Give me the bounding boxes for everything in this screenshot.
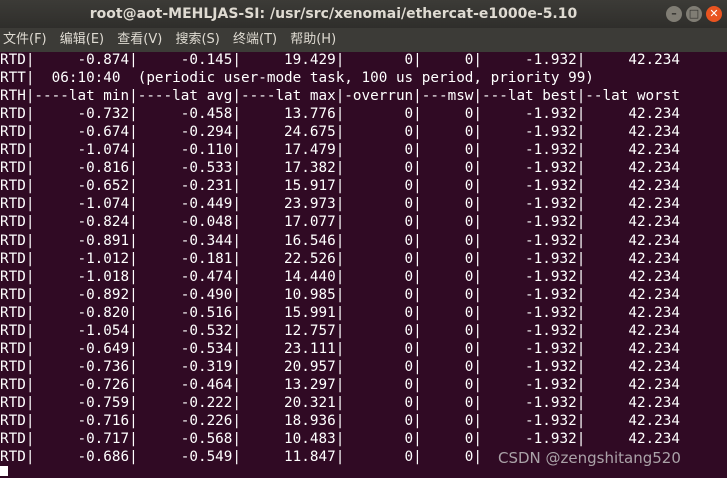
terminal-line: RTD| -0.652| -0.231| 15.917| 0| 0| -1.93… (0, 178, 680, 195)
close-button[interactable]: ✕ (706, 6, 722, 22)
terminal-line: RTD| -0.726| -0.464| 13.297| 0| 0| -1.93… (0, 376, 680, 393)
menu-view[interactable]: 查看(V) (114, 28, 168, 52)
window-title: root@aot-MEHLJAS-SI: /usr/src/xenomai/et… (89, 6, 578, 22)
menu-edit[interactable]: 编辑(E) (57, 28, 110, 52)
terminal-line: RTD| -1.054| -0.532| 12.757| 0| 0| -1.93… (0, 322, 680, 339)
menu-file[interactable]: 文件(F) (0, 28, 53, 52)
terminal-line: RTT| 06:10:40 (periodic user-mode task, … (0, 70, 594, 87)
menu-bar: 文件(F) 编辑(E) 查看(V) 搜索(S) 终端(T) 帮助(H) (0, 28, 727, 52)
terminal-line: RTH|----lat min|----lat avg|----lat max|… (0, 88, 680, 105)
terminal-line: RTD| -1.074| -0.110| 17.479| 0| 0| -1.93… (0, 142, 680, 159)
terminal-line: RTD| -1.074| -0.449| 23.973| 0| 0| -1.93… (0, 196, 680, 213)
title-bar[interactable]: root@aot-MEHLJAS-SI: /usr/src/xenomai/et… (0, 0, 727, 28)
terminal-line: RTD| -0.674| -0.294| 24.675| 0| 0| -1.93… (0, 124, 680, 141)
terminal-line: RTD| -0.717| -0.568| 10.483| 0| 0| -1.93… (0, 431, 680, 448)
terminal-line: RTD| -0.686| -0.549| 11.847| 0| 0| (0, 449, 483, 466)
menu-terminal[interactable]: 终端(T) (230, 28, 283, 52)
terminal-line: RTD| -0.716| -0.226| 18.936| 0| 0| -1.93… (0, 413, 680, 429)
terminal-line: RTD| -0.759| -0.222| 20.321| 0| 0| -1.93… (0, 394, 680, 411)
terminal-line: RTD| -0.732| -0.458| 13.776| 0| 0| -1.93… (0, 106, 680, 123)
terminal-line: RTD| -0.820| -0.516| 15.991| 0| 0| -1.93… (0, 304, 680, 321)
terminal-line: RTD| -1.018| -0.474| 14.440| 0| 0| -1.93… (0, 268, 680, 285)
watermark: CSDN @zengshitang520 (498, 449, 681, 467)
terminal-line: RTD| -0.874| -0.145| 19.429| 0| 0| -1.93… (0, 52, 680, 68)
terminal-line: RTD| -1.012| -0.181| 22.526| 0| 0| -1.93… (0, 250, 680, 267)
text-cursor (0, 466, 8, 476)
terminal-output[interactable]: RTD| -0.874| -0.145| 19.429| 0| 0| -1.93… (0, 52, 727, 478)
terminal-line: RTD| -0.824| -0.048| 17.077| 0| 0| -1.93… (0, 214, 680, 231)
maximize-button[interactable]: □ (686, 6, 702, 22)
terminal-line: RTD| -0.892| -0.490| 10.985| 0| 0| -1.93… (0, 286, 680, 303)
terminal-line: RTD| -0.816| -0.533| 17.382| 0| 0| -1.93… (0, 160, 680, 177)
menu-search[interactable]: 搜索(S) (172, 28, 225, 52)
terminal-line: RTD| -0.736| -0.319| 20.957| 0| 0| -1.93… (0, 358, 680, 375)
terminal-line: RTD| -0.649| -0.534| 23.111| 0| 0| -1.93… (0, 340, 680, 357)
terminal-line: RTD| -0.891| -0.344| 16.546| 0| 0| -1.93… (0, 232, 680, 249)
minimize-button[interactable]: – (666, 6, 682, 22)
terminal-window: root@aot-MEHLJAS-SI: /usr/src/xenomai/et… (0, 0, 727, 478)
menu-help[interactable]: 帮助(H) (287, 28, 342, 52)
